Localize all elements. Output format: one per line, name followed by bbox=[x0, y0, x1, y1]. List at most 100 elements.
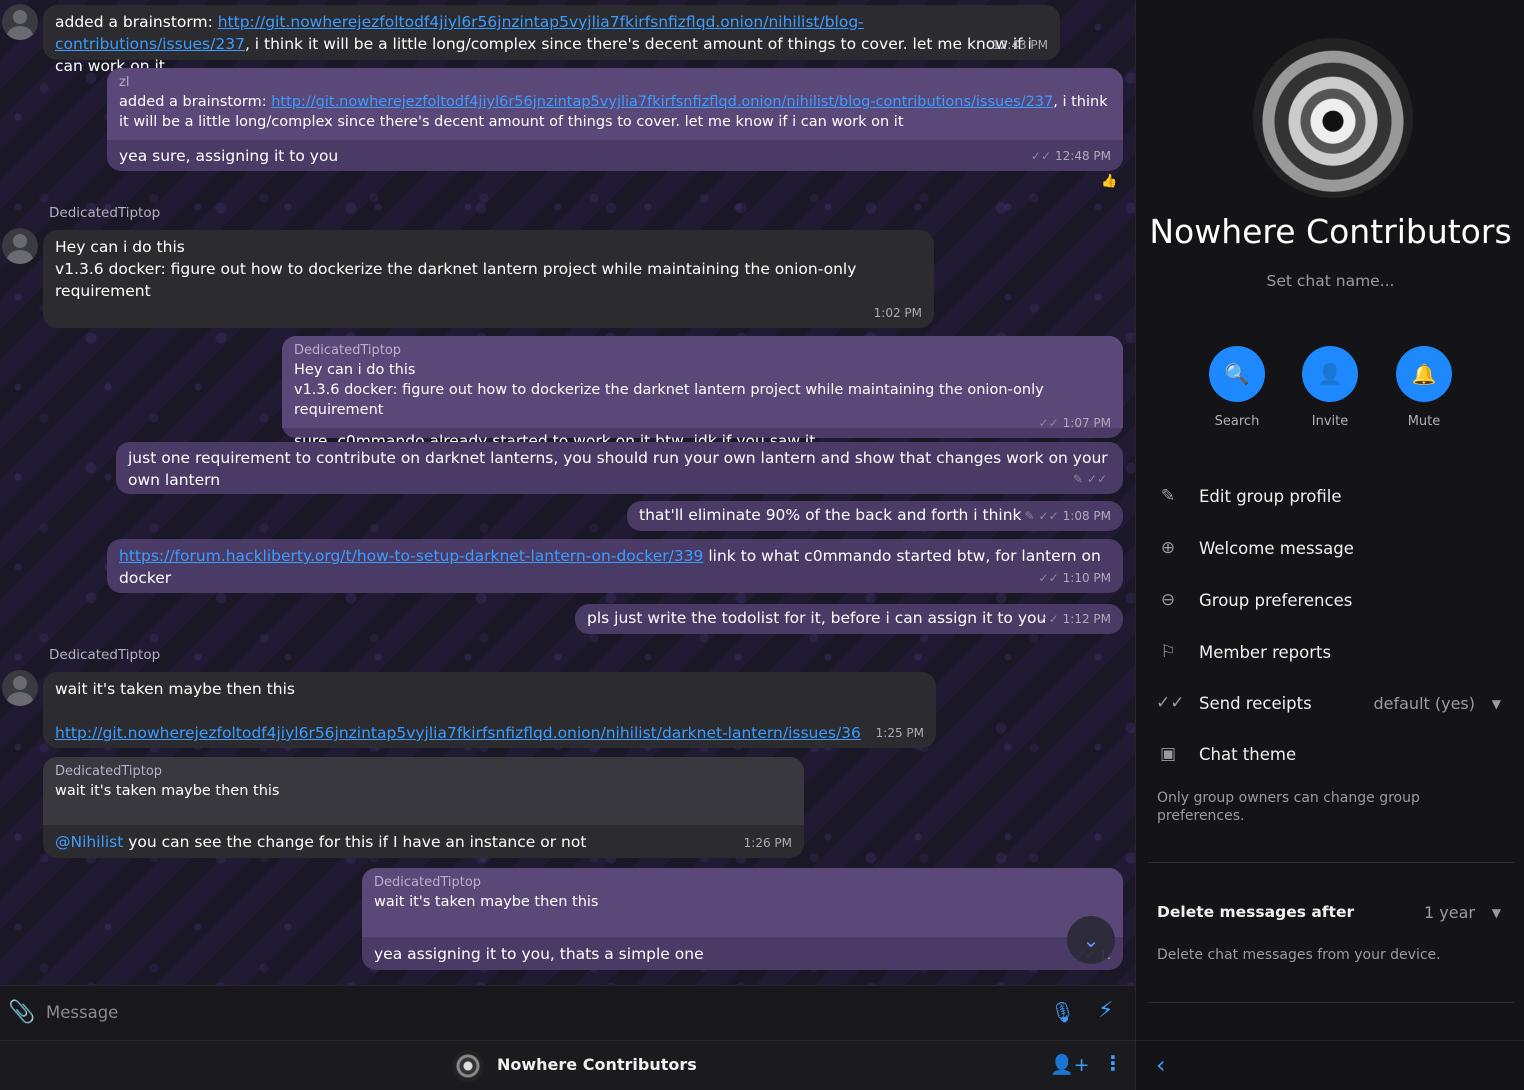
message-bubble[interactable]: zl added a brainstorm: http://git.nowher… bbox=[107, 68, 1123, 171]
thumbs-up-icon[interactable]: 👍 bbox=[1101, 174, 1117, 189]
menu-label: Welcome message bbox=[1199, 539, 1354, 558]
menu-label: Delete messages after bbox=[1157, 903, 1355, 921]
group-name: Nowhere Contributors bbox=[1149, 212, 1512, 251]
message-bubble[interactable]: that'll eliminate 90% of the back and fo… bbox=[627, 501, 1123, 531]
member-reports-item[interactable]: ⚐ Member reports bbox=[1136, 634, 1524, 674]
quoted-message[interactable]: DedicatedTiptop Hey can i do this v1.3.6… bbox=[282, 336, 1123, 428]
double-check-icon: ✓✓ bbox=[1038, 416, 1059, 430]
menu-label: Send receipts bbox=[1199, 694, 1312, 713]
message-meta: ✓✓ 1:12 PM bbox=[1039, 608, 1111, 630]
message-text: Hey can i do this bbox=[55, 238, 185, 256]
quoted-message[interactable]: zl added a brainstorm: http://git.nowher… bbox=[107, 68, 1123, 140]
chevron-down-icon: ⌄ bbox=[1082, 928, 1100, 952]
group-preferences-item[interactable]: ⊖ Group preferences bbox=[1136, 582, 1524, 622]
add-member-icon[interactable]: 👤+ bbox=[1050, 1053, 1090, 1076]
sender-name[interactable]: DedicatedTiptop bbox=[49, 205, 160, 221]
message-text: wait it's taken maybe then this bbox=[55, 680, 295, 698]
edit-group-profile-item[interactable]: ✎ Edit group profile bbox=[1136, 478, 1524, 518]
message-meta: ✓✓ 12:48 PM bbox=[1031, 145, 1111, 167]
mic-icon[interactable]: 🎙 bbox=[1050, 1000, 1075, 1024]
chat-plus-icon: ⊕ bbox=[1160, 538, 1176, 558]
message-bubble[interactable]: https://forum.hackliberty.org/t/how-to-s… bbox=[107, 539, 1123, 593]
delete-messages-item[interactable]: Delete messages after 1 year ▼ bbox=[1136, 894, 1524, 934]
message-bubble[interactable]: DedicatedTiptop Hey can i do this v1.3.6… bbox=[282, 336, 1123, 450]
message-bubble[interactable]: DedicatedTiptop wait it's taken maybe th… bbox=[43, 757, 804, 858]
message-link[interactable]: http://git.nowherejezfoltodf4jiyl6r56jnz… bbox=[55, 724, 861, 742]
message-meta: ✎ ✓✓ 1:08 PM bbox=[1024, 505, 1111, 527]
double-check-icon: ✓✓ bbox=[1156, 693, 1185, 713]
avatar[interactable] bbox=[2, 4, 38, 40]
message-bubble[interactable]: added a brainstorm: http://git.nowhereje… bbox=[43, 5, 1060, 75]
chat-theme-item[interactable]: ▣ Chat theme bbox=[1136, 736, 1524, 776]
action-label: Invite bbox=[1311, 414, 1349, 429]
group-avatar[interactable] bbox=[452, 1050, 484, 1082]
search-icon: 🔍 bbox=[1209, 346, 1265, 402]
message-text: you can see the change for this if I hav… bbox=[123, 833, 587, 851]
send-receipts-item[interactable]: ✓✓ Send receipts default (yes) ▼ bbox=[1136, 685, 1524, 725]
avatar[interactable] bbox=[2, 228, 38, 264]
message-meta: ✎ ✓✓ bbox=[1073, 468, 1111, 490]
invite-button[interactable]: 👤 Invite bbox=[1290, 346, 1370, 429]
composer: 📎 Message 🎙 ⚡ bbox=[0, 985, 1135, 1040]
message-bubble[interactable]: wait it's taken maybe then this http://g… bbox=[43, 672, 936, 748]
message-meta: ✓✓ 1:10 PM bbox=[1039, 567, 1111, 589]
divider bbox=[1148, 1002, 1514, 1003]
message-time: 1:12 PM bbox=[1062, 612, 1111, 626]
action-label: Mute bbox=[1407, 414, 1441, 429]
avatar[interactable] bbox=[2, 670, 38, 706]
menu-label: Member reports bbox=[1199, 643, 1332, 662]
sender-name[interactable]: DedicatedTiptop bbox=[49, 647, 160, 663]
send-receipts-select[interactable]: default (yes) bbox=[1373, 694, 1475, 713]
delete-after-select[interactable]: 1 year bbox=[1424, 903, 1475, 922]
toggle-icon: ⊖ bbox=[1160, 590, 1176, 610]
message-time: 1:26 PM bbox=[743, 836, 792, 850]
message-text: yea assigning it to you, thats a simple … bbox=[374, 945, 704, 963]
owner-note: Only group owners can change group prefe… bbox=[1157, 790, 1420, 824]
quote-text: wait it's taken maybe then this bbox=[55, 783, 280, 799]
message-link[interactable]: https://forum.hackliberty.org/t/how-to-s… bbox=[119, 547, 703, 565]
back-icon[interactable]: ‹ bbox=[1156, 1051, 1166, 1079]
quote-sender: DedicatedTiptop bbox=[374, 875, 482, 890]
message-text: yea sure, assigning it to you bbox=[119, 147, 339, 165]
set-chat-name-input[interactable]: Set chat name... bbox=[1136, 272, 1524, 290]
message-time: 12:43 PM bbox=[992, 38, 1048, 52]
message-time: 1:10 PM bbox=[1062, 571, 1111, 585]
quote-sender: zl bbox=[119, 75, 130, 90]
mute-button[interactable]: 🔔 Mute bbox=[1384, 346, 1464, 429]
message-time: 12:48 PM bbox=[1055, 149, 1111, 163]
quote-sender: DedicatedTiptop bbox=[294, 343, 402, 358]
message-input[interactable]: Message bbox=[46, 1003, 118, 1022]
bolt-icon[interactable]: ⚡ bbox=[1098, 998, 1113, 1023]
double-check-icon: ✓✓ bbox=[1086, 472, 1107, 486]
divider bbox=[1148, 862, 1514, 863]
message-time: 1:07 PM bbox=[1062, 416, 1111, 430]
message-bubble[interactable]: Hey can i do this v1.3.6 docker: figure … bbox=[43, 230, 934, 328]
delete-note: Delete chat messages from your device. bbox=[1157, 947, 1441, 963]
menu-label: Edit group profile bbox=[1199, 487, 1342, 506]
invite-icon: 👤 bbox=[1302, 346, 1358, 402]
message-bubble[interactable]: just one requirement to contribute on da… bbox=[116, 442, 1123, 494]
chat-panel[interactable]: added a brainstorm: http://git.nowhereje… bbox=[0, 0, 1135, 985]
welcome-message-item[interactable]: ⊕ Welcome message bbox=[1136, 530, 1524, 570]
scroll-down-button[interactable]: ⌄ bbox=[1067, 916, 1115, 964]
group-profile-image[interactable] bbox=[1253, 38, 1413, 198]
chat-title[interactable]: Nowhere Contributors bbox=[497, 1055, 697, 1074]
message-bubble[interactable]: DedicatedTiptop wait it's taken maybe th… bbox=[362, 868, 1123, 970]
action-label: Search bbox=[1214, 414, 1260, 429]
quoted-message[interactable]: DedicatedTiptop wait it's taken maybe th… bbox=[43, 757, 804, 825]
message-bubble[interactable]: pls just write the todolist for it, befo… bbox=[575, 604, 1123, 634]
chevron-down-icon[interactable]: ▼ bbox=[1492, 906, 1501, 920]
chevron-down-icon[interactable]: ▼ bbox=[1492, 697, 1501, 711]
quoted-message[interactable]: DedicatedTiptop wait it's taken maybe th… bbox=[362, 868, 1123, 937]
message-text: added a brainstorm: bbox=[55, 13, 218, 31]
message-time: 1:25 PM bbox=[875, 726, 924, 740]
paperclip-icon[interactable]: 📎 bbox=[8, 1000, 35, 1025]
double-check-icon: ✓✓ bbox=[1038, 612, 1059, 626]
quote-text: added a brainstorm: bbox=[119, 94, 272, 110]
search-button[interactable]: 🔍 Search bbox=[1197, 346, 1277, 429]
quote-link[interactable]: http://git.nowherejezfoltodf4jiyl6r56jnz… bbox=[271, 94, 1053, 110]
more-icon[interactable]: ⋮ bbox=[1103, 1051, 1123, 1075]
menu-label: Group preferences bbox=[1199, 591, 1353, 610]
mention-link[interactable]: @Nihilist bbox=[55, 833, 123, 851]
image-icon: ▣ bbox=[1159, 744, 1177, 764]
